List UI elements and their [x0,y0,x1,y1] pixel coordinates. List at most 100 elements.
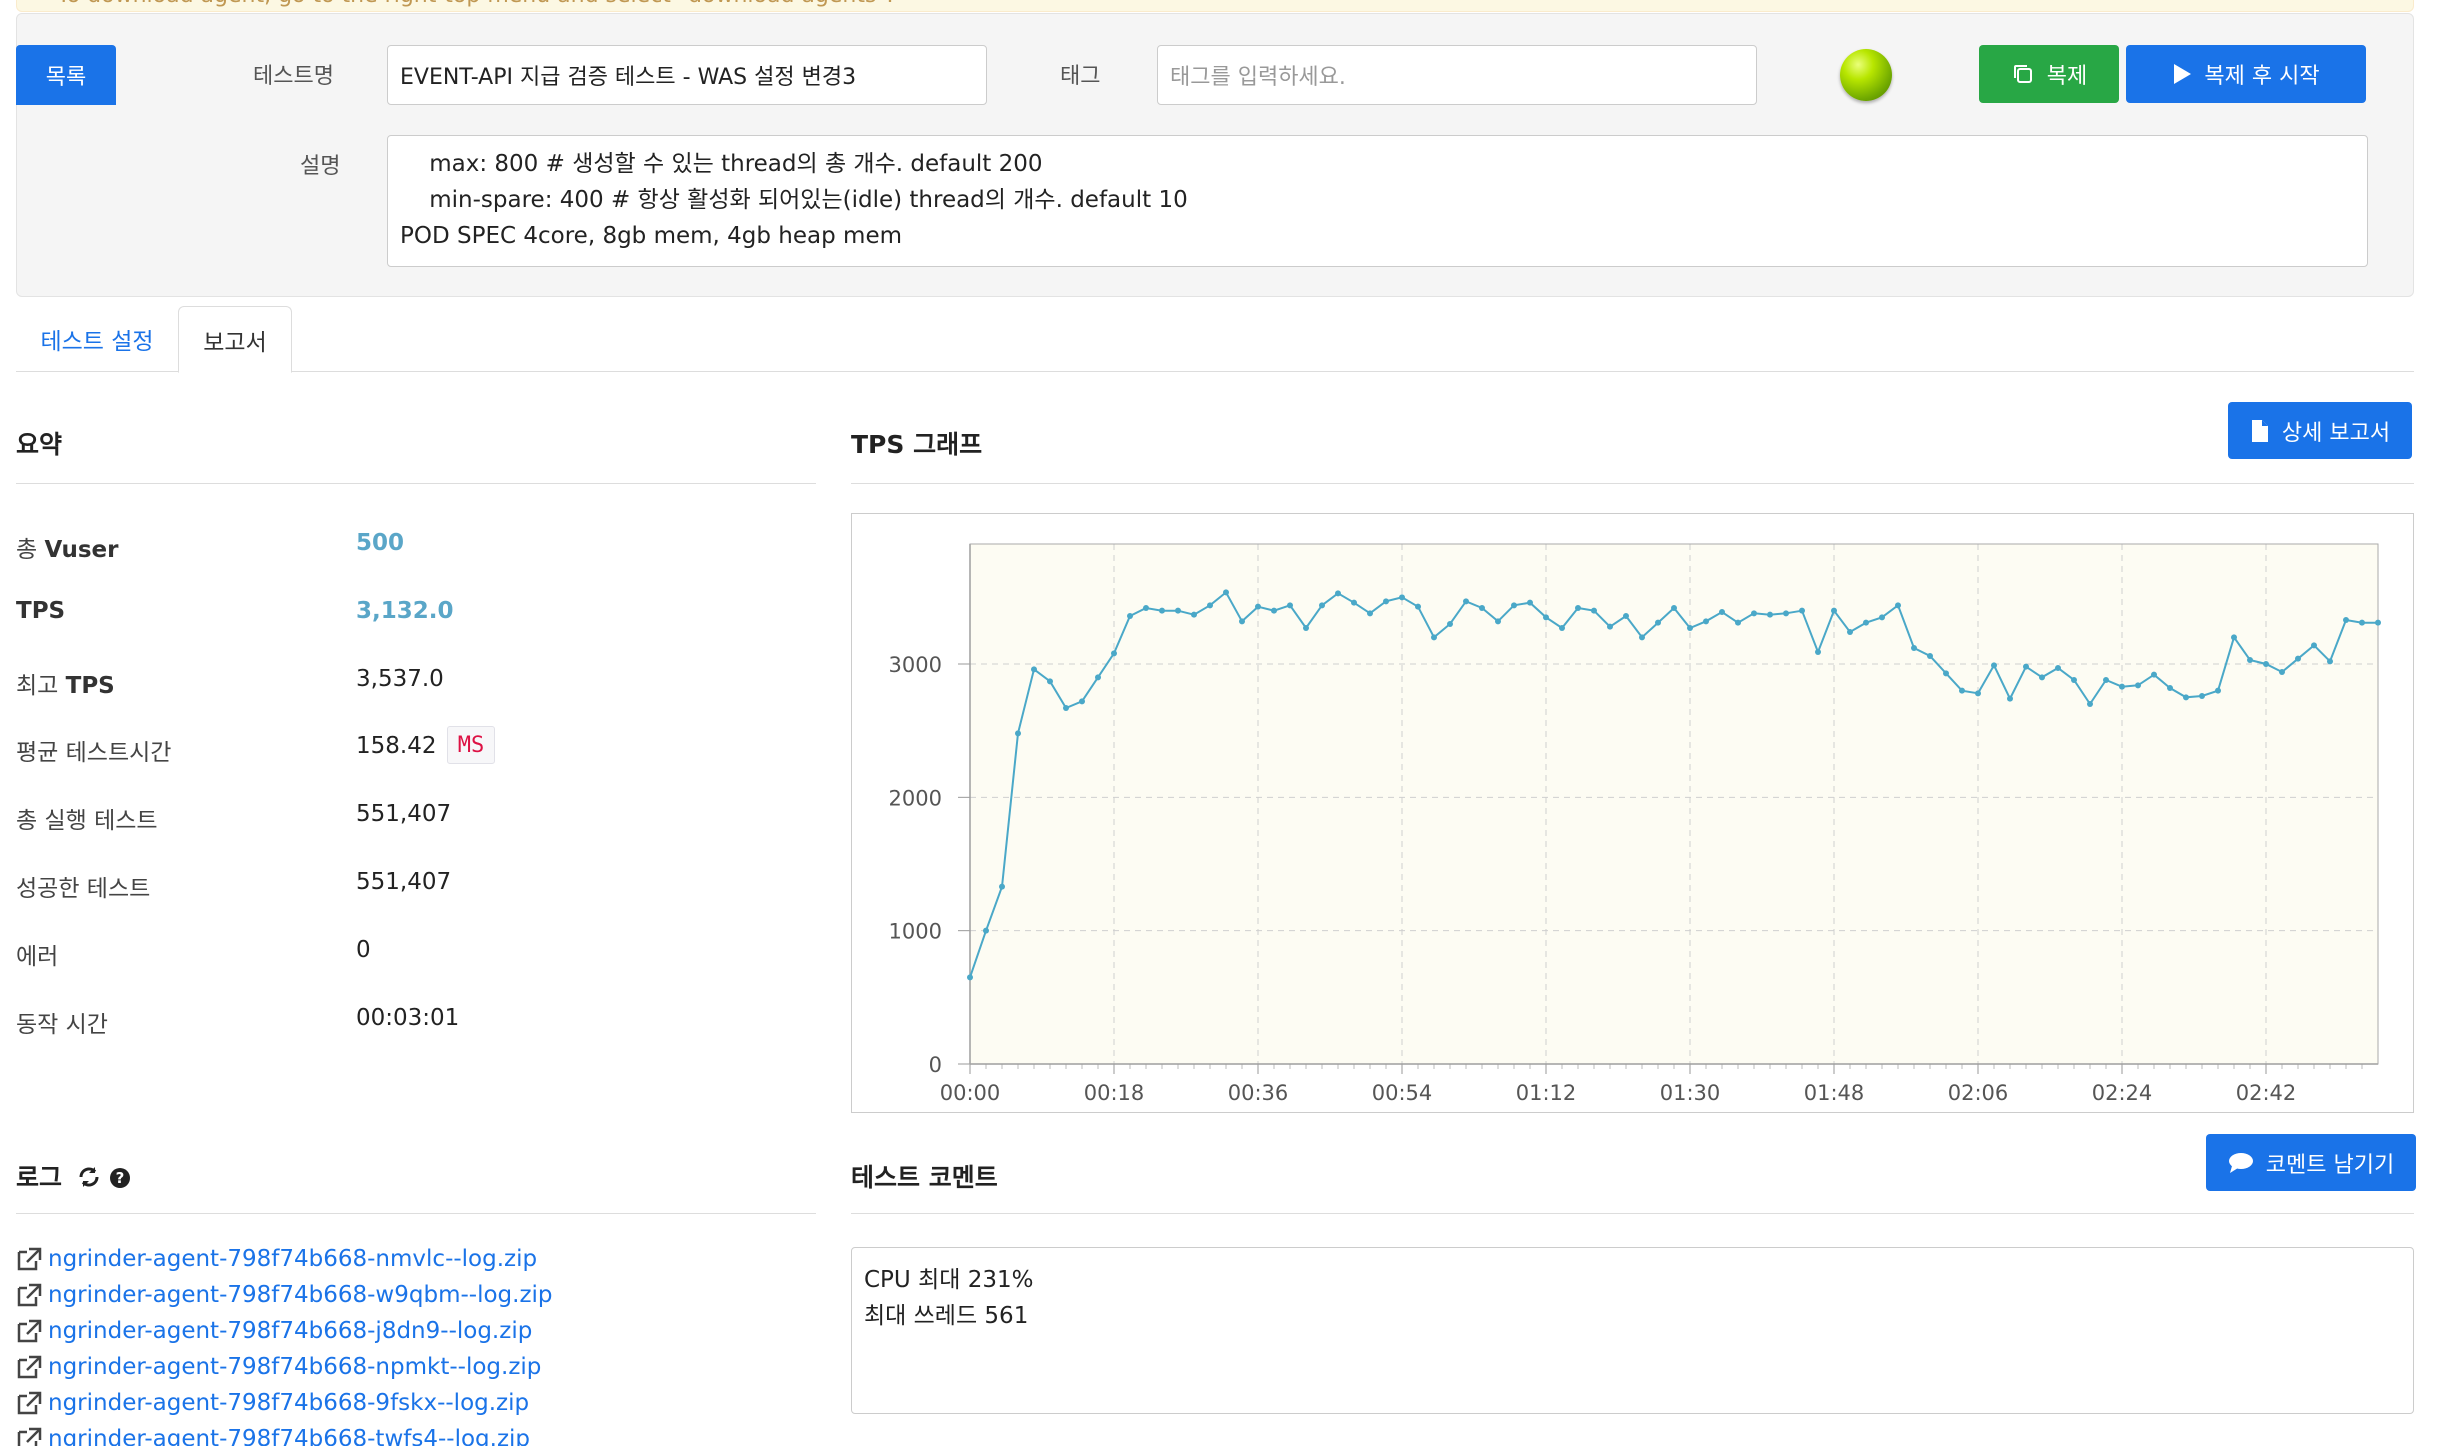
tps-data-point [1687,625,1693,631]
tps-data-point [1783,610,1789,617]
tab-test-settings[interactable]: 테스트 설정 [16,306,178,372]
tps-data-point [2247,657,2253,663]
log-file-link[interactable]: ngrinder-agent-798f74b668-npmkt--log.zip [16,1354,541,1380]
tps-data-point [2215,687,2221,694]
tps-data-point [1527,599,1533,606]
tps-data-point [1575,605,1581,611]
description-textarea[interactable]: max: 800 # 생성할 수 있는 thread의 총 개수. defaul… [387,135,2368,267]
tps-data-point [1463,598,1469,605]
tps-data-point [1943,670,1949,677]
tps-data-point [1991,662,1997,669]
copy-button[interactable]: 복제 [1979,45,2119,103]
tps-data-point [1095,674,1101,681]
tps-data-point [1559,625,1565,631]
external-link-icon [17,1391,42,1415]
tps-chart: 0 1000 2000 3000 00:00 00:18 00:36 00:54 01:12 01… [889,543,2381,1105]
tps-data-point [1367,610,1373,617]
external-link-icon [17,1355,42,1379]
report-tabs: 테스트 설정 보고서 [16,306,2414,373]
tps-data-point [1079,698,1085,705]
test-comment-text[interactable]: CPU 최대 231% 최대 쓰레드 561 [851,1247,2414,1414]
summary-label-run-time: 동작 시간 [16,1012,108,1038]
tps-data-point [1271,607,1277,614]
tab-report[interactable]: 보고서 [178,306,292,373]
tps-data-point [1031,666,1037,673]
external-link-icon [17,1427,42,1446]
tps-data-point [1447,621,1453,627]
tps-data-point [2135,682,2141,689]
tps-data-point [2055,665,2061,671]
log-file-link[interactable]: ngrinder-agent-798f74b668-j8dn9--log.zip [16,1318,532,1344]
tps-data-point [1959,687,1965,694]
test-comment-title: 테스트 코멘트 [851,1163,998,1192]
tps-data-point [1895,602,1901,609]
external-link-icon [17,1319,42,1343]
tps-data-point [2327,658,2333,665]
log-file-link[interactable]: ngrinder-agent-798f74b668-nmvlc--log.zip [16,1246,537,1272]
tps-data-point [1207,602,1213,609]
tps-data-point [1287,602,1293,609]
log-file-name: ngrinder-agent-798f74b668-twfs4--log.zip [48,1426,531,1446]
leave-comment-label: 코멘트 남기기 [2265,1152,2395,1178]
test-name-input[interactable]: EVENT-API 지급 검증 테스트 - WAS 설정 변경3 [387,45,987,105]
tps-data-point [2039,674,2045,681]
summary-label-vuser: 총 Vuser [16,537,119,563]
copy-and-start-button[interactable]: 복제 후 시작 [2126,45,2366,103]
tps-data-point [1607,623,1613,630]
summary-title: 요약 [16,430,63,459]
log-file-link[interactable]: ngrinder-agent-798f74b668-twfs4--log.zip [16,1426,530,1446]
tps-data-point [2279,669,2285,675]
log-file-link[interactable]: ngrinder-agent-798f74b668-9fskx--log.zip [16,1390,529,1416]
tps-data-point [1159,607,1165,614]
tps-data-point [1431,634,1437,641]
external-link-icon [17,1283,42,1307]
log-file-name: ngrinder-agent-798f74b668-j8dn9--log.zip [48,1318,533,1344]
tps-data-point [1879,614,1885,621]
ms-unit-badge: MS [447,726,495,764]
tps-data-point [1751,610,1757,617]
tps-data-point [1719,609,1725,615]
tps-data-point [1175,607,1181,614]
x-tick-label: 00:18 [1084,1081,1145,1105]
tps-data-point [1847,629,1853,635]
tps-data-point [2359,619,2365,626]
detail-report-label: 상세 보고서 [2281,420,2391,446]
tps-data-point [1623,613,1629,619]
list-button[interactable]: 목록 [16,45,116,105]
tps-data-point [1255,603,1261,610]
summary-label-errors: 에러 [16,944,59,970]
tps-data-point [1927,653,1933,659]
x-tick-label: 01:30 [1660,1081,1721,1105]
external-link-icon [17,1247,42,1271]
tag-label: 태그 [1060,64,1101,89]
log-file-link[interactable]: ngrinder-agent-798f74b668-w9qbm--log.zip [16,1282,553,1308]
summary-value-errors: 0 [356,937,371,963]
tps-data-point [1479,605,1485,611]
tps-chart-container: 0 1000 2000 3000 00:00 00:18 00:36 00:54 01:12 01… [851,513,2414,1113]
tps-data-point [1111,650,1117,657]
tps-data-point [2167,685,2173,691]
detail-report-button[interactable]: 상세 보고서 [2228,402,2412,459]
summary-value-run-time: 00:03:01 [356,1005,460,1031]
copy-and-start-label: 복제 후 시작 [2204,64,2320,89]
tps-data-point [2231,634,2237,641]
x-tick-label: 01:12 [1516,1081,1577,1105]
y-tick-label: 2000 [889,786,942,810]
tag-input[interactable]: 태그를 입력하세요. [1157,45,1757,105]
tps-divider [851,483,2414,484]
leave-comment-button[interactable]: 코멘트 남기기 [2206,1134,2416,1191]
refresh-icon[interactable] [77,1165,101,1189]
log-file-name: ngrinder-agent-798f74b668-npmkt--log.zip [48,1354,542,1380]
log-title: 로그 [16,1163,63,1192]
tps-data-point [2023,663,2029,670]
tps-data-point [2071,677,2077,683]
tps-data-point [1975,690,1981,697]
tps-data-point [1223,589,1229,596]
help-icon[interactable]: ? [109,1167,131,1189]
tps-data-point [1239,618,1245,625]
tps-data-point [1335,590,1341,597]
tps-data-point [1063,705,1069,711]
x-tick-label: 02:42 [2236,1081,2297,1105]
x-tick-label: 01:48 [1804,1081,1865,1105]
tps-data-point [2119,683,2125,690]
